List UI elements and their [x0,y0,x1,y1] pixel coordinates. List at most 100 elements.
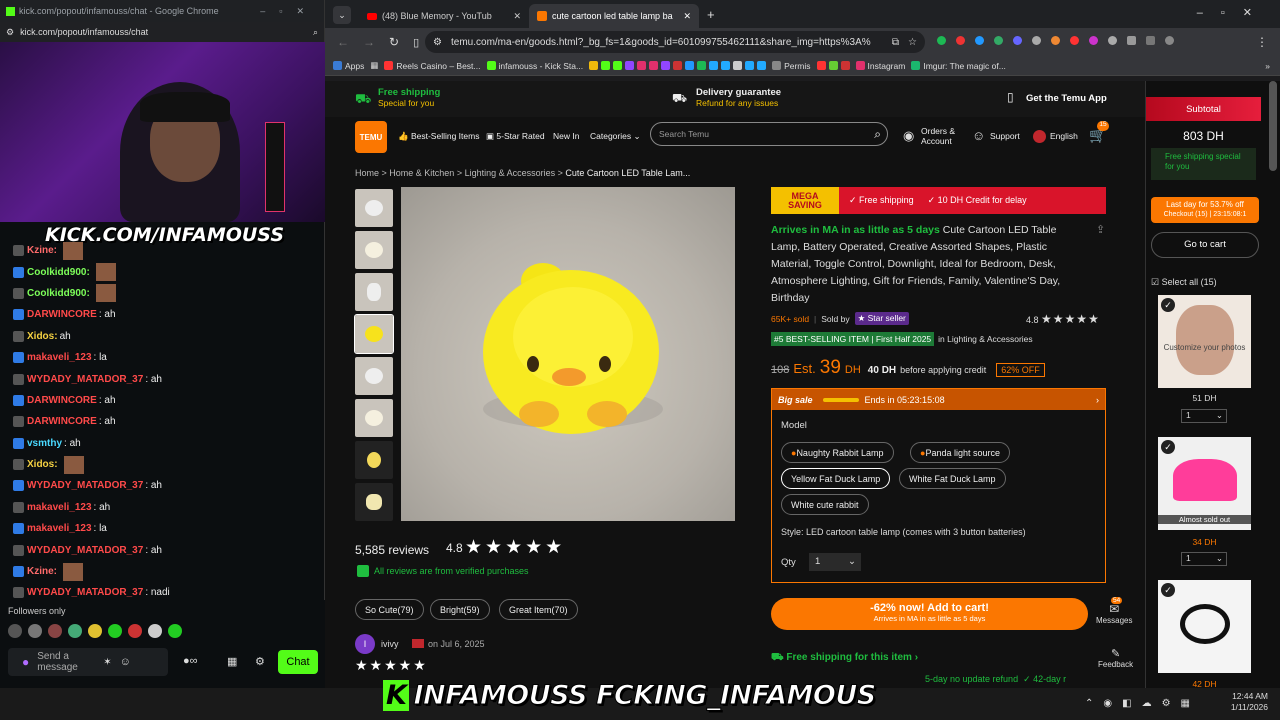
settings-icon[interactable]: ⚙ [255,655,265,668]
chat-username[interactable]: WYDADY_MATADOR_37 [27,480,143,491]
chat-username[interactable]: Coolkidd900: [27,288,90,299]
tab-close-icon[interactable]: ✕ [683,11,691,22]
get-app-link[interactable]: Get the Temu App [1026,93,1107,104]
share-icon[interactable]: ⇪ [1096,223,1105,236]
option-naughty-rabbit[interactable]: ● Naughty Rabbit Lamp [781,442,894,463]
chat-username[interactable]: Kzine: [27,566,57,577]
emote-row[interactable] [8,624,182,638]
free-shipping-item[interactable]: ⛟ Free shipping for this item › [771,652,918,665]
review-tag[interactable]: Great Item(70) [499,599,578,620]
new-tab-icon[interactable]: + [707,7,715,22]
bookmark-apps[interactable]: Apps [333,61,364,71]
emoji-icon[interactable]: ☺ [120,656,131,668]
select-all[interactable]: ☑ Select all (15) [1151,277,1217,288]
star-seller-badge[interactable]: ★ Star seller [854,312,909,325]
option-white-rabbit[interactable]: White cute rabbit [781,494,869,515]
cart-qty-select[interactable]: 1 ⌄ [1181,409,1227,423]
bookmark-permis[interactable]: Permis [772,61,811,71]
sparkle-icon[interactable]: ✶ [103,657,111,668]
infinity-icon[interactable]: ●∞ [183,655,198,667]
tray-icons[interactable]: ⌃◉◧☁⚙▦ [1085,698,1200,709]
big-sale-bar[interactable]: Big sale Ends in 05:23:15:08 › [772,389,1105,410]
chat-username[interactable]: WYDADY_MATADOR_37 [27,374,143,385]
left-urlbar[interactable]: ⚙ kick.com/popout/infamouss/chat ⌕ [0,22,324,42]
chat-username[interactable]: WYDADY_MATADOR_37 [27,587,143,598]
bookmark-icons[interactable] [589,61,767,70]
window-controls[interactable]: –▫✕ [1197,6,1270,19]
tab-temu[interactable]: cute cartoon led table lamp ba ✕ [529,4,699,28]
language-link[interactable]: English [1050,131,1078,141]
bookmark-misc[interactable] [816,61,850,70]
reload-icon[interactable]: ↻ [389,35,399,49]
orders-account[interactable]: Orders & Account [921,126,955,146]
reviews-count[interactable]: 5,585 reviews [355,543,429,557]
bookmark-star-icon[interactable]: ☆ [908,37,917,48]
site-settings-icon[interactable]: ⚙ [6,27,14,38]
chat-username[interactable]: Kzine: [27,245,57,256]
cart-item-image[interactable]: Customize your photos ✓ [1158,295,1251,388]
free-shipping-banner[interactable]: Free shipping Special for you [378,87,440,108]
cart-item-image[interactable]: Almost sold out ✓ [1158,437,1251,530]
go-to-cart-button[interactable]: Go to cart [1151,232,1259,258]
tab-youtube[interactable]: (48) Blue Memory - YouTub ✕ [359,4,529,28]
crumb-home[interactable]: Home [355,168,379,178]
thumbnail[interactable] [355,483,393,521]
url-field[interactable]: ⚙ temu.com/ma-en/goods.html?_bg_fs=1&goo… [425,31,925,53]
back-icon[interactable]: ← [337,35,349,49]
forward-icon[interactable]: → [363,35,375,49]
add-to-cart-button[interactable]: -62% now! Add to cart! Arrives in MA in … [771,598,1088,630]
thumbnail[interactable] [355,189,393,227]
tab-close-icon[interactable]: ✕ [513,11,521,22]
cart-item-image[interactable]: ✓ [1158,580,1251,673]
window-controls[interactable]: –▫✕ [260,6,318,17]
nav-new-in[interactable]: New In [553,131,579,141]
chat-username[interactable]: vsmthy [27,438,62,449]
chat-username[interactable]: DARWINCORE [27,416,97,427]
site-info-icon[interactable]: ⚙ [433,37,442,48]
crumb-kitchen[interactable]: Home & Kitchen [389,168,454,178]
cart-qty-select[interactable]: 1 ⌄ [1181,552,1227,566]
review-tag[interactable]: Bright(59) [430,599,490,620]
chat-username[interactable]: DARWINCORE [27,309,97,320]
scrollbar[interactable] [1269,81,1277,171]
chat-username[interactable]: DARWINCORE [27,395,97,406]
thumbnail[interactable] [355,231,393,269]
grid-icon[interactable]: ▦ [370,60,378,71]
thumbnail-selected[interactable] [354,314,394,354]
thumbnail[interactable] [355,441,393,479]
sidebar-icon[interactable]: ▯ [413,36,419,49]
bookmark-imgur[interactable]: Imgur: The magic of... [911,61,1006,71]
option-white-duck[interactable]: White Fat Duck Lamp [899,468,1006,489]
nav-categories[interactable]: Categories ⌄ [590,131,641,142]
checkout-banner[interactable]: Last day for 53.7% off Checkout (15) | 23… [1151,197,1259,223]
chat-username[interactable]: Coolkidd900: [27,267,90,278]
extensions-row[interactable] [937,36,1174,45]
zoom-icon[interactable]: ⌕ [313,27,318,38]
tab-search-icon[interactable]: ⌄ [333,6,351,24]
clock[interactable]: 12:44 AM 1/11/2026 [1231,691,1268,713]
nav-best-selling[interactable]: 👍 Best-Selling Items [398,131,479,142]
bookmarks-overflow-icon[interactable]: » [1265,61,1270,71]
chat-username[interactable]: WYDADY_MATADOR_37 [27,545,143,556]
product-rating[interactable]: 4.8 ★★★★★ [1026,312,1100,326]
option-yellow-duck[interactable]: Yellow Fat Duck Lamp [781,468,891,489]
bookmark-kick[interactable]: infamouss - Kick Sta... [486,61,583,71]
chat-username[interactable]: makaveli_123 [27,352,92,363]
option-panda[interactable]: ● Panda light source [910,442,1010,463]
qty-select[interactable]: 1 ⌄ [809,553,861,571]
review-tag[interactable]: So Cute(79) [355,599,424,620]
messages-button[interactable]: ✉ Messages [1096,602,1132,625]
thumbnail[interactable] [355,399,393,437]
search-input[interactable]: Search Temu ⌕ [650,122,888,146]
thumbnail[interactable] [355,273,393,311]
install-icon[interactable]: ⧉ [892,37,899,48]
chat-username[interactable]: Xidos: [27,459,58,470]
best-seller-row[interactable]: #5 BEST-SELLING ITEM | First Half 2025 i… [771,332,1033,346]
menu-icon[interactable]: ⋮ [1256,35,1268,49]
user-icon[interactable]: ◉ [903,128,914,144]
mic-icon[interactable]: ● [22,655,29,669]
crumb-lighting[interactable]: Lighting & Accessories [465,168,556,178]
support-link[interactable]: Support [990,131,1020,141]
bookmark-instagram[interactable]: Instagram [855,61,905,71]
temu-logo[interactable]: TEMU [355,121,387,153]
